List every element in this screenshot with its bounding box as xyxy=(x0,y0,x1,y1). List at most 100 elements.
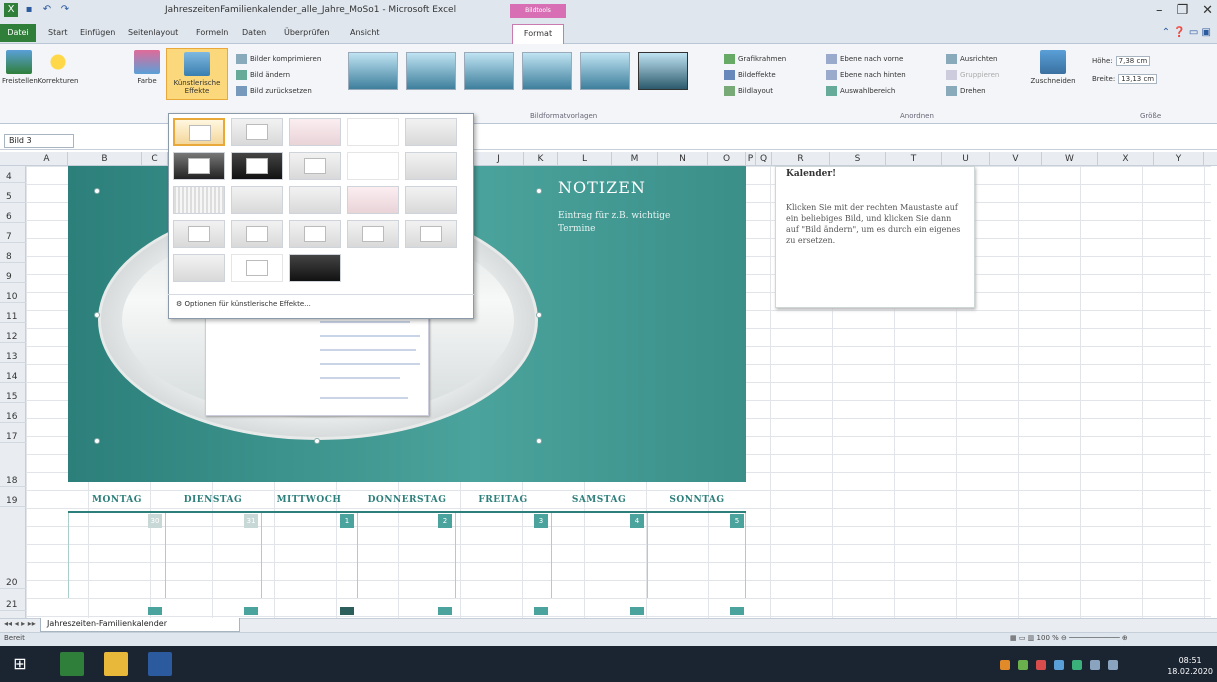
height-input[interactable]: 7,38 cm xyxy=(1115,56,1151,66)
change-picture-button[interactable]: Bild ändern xyxy=(236,70,290,80)
row-header[interactable]: 10 xyxy=(0,292,26,303)
effect-thumbnail[interactable] xyxy=(289,220,341,248)
send-backward-button[interactable]: Ebene nach hinten xyxy=(826,70,906,80)
excel-taskbar-icon[interactable] xyxy=(60,652,84,676)
effect-thumbnail[interactable] xyxy=(405,152,457,180)
network-icon[interactable] xyxy=(1090,660,1100,670)
effect-thumbnail[interactable] xyxy=(173,152,225,180)
row-header[interactable]: 17 xyxy=(0,432,26,443)
column-header[interactable]: Y xyxy=(1154,152,1204,166)
column-header[interactable]: Q xyxy=(756,152,772,166)
close-icon[interactable]: ✕ xyxy=(1202,3,1213,18)
row-header[interactable]: 16 xyxy=(0,412,26,423)
row-header[interactable]: 12 xyxy=(0,332,26,343)
effect-thumbnail[interactable] xyxy=(405,220,457,248)
column-header[interactable]: S xyxy=(830,152,886,166)
help-icon[interactable]: ⌃ ❓ ▭ ▣ xyxy=(1162,27,1211,38)
view-buttons[interactable]: ▦ ▭ ▥ xyxy=(1010,634,1037,642)
row-header[interactable]: 14 xyxy=(0,372,26,383)
row-header[interactable]: 4 xyxy=(0,172,26,183)
row-header[interactable]: 11 xyxy=(0,312,26,323)
file-explorer-icon[interactable] xyxy=(104,652,128,676)
effect-none[interactable] xyxy=(173,118,225,146)
tray-icon[interactable] xyxy=(1054,660,1064,670)
farbe-button[interactable]: Farbe xyxy=(132,50,162,85)
group-button[interactable]: Gruppieren xyxy=(946,70,999,80)
effect-thumbnail[interactable] xyxy=(347,186,399,214)
column-header[interactable]: O xyxy=(708,152,746,166)
resize-handle[interactable] xyxy=(94,438,100,444)
effect-thumbnail[interactable] xyxy=(405,118,457,146)
row-header[interactable]: 8 xyxy=(0,252,26,263)
picture-style-6[interactable] xyxy=(638,52,688,90)
column-header[interactable]: X xyxy=(1098,152,1154,166)
tray-icon[interactable] xyxy=(1000,660,1010,670)
effect-thumbnail[interactable] xyxy=(231,254,283,282)
picture-effects-button[interactable]: Bildeffekte xyxy=(724,70,776,80)
column-header[interactable]: N xyxy=(658,152,708,166)
picture-layout-button[interactable]: Bildlayout xyxy=(724,86,773,96)
reset-picture-button[interactable]: Bild zurücksetzen xyxy=(236,86,312,96)
row-header[interactable]: 18 xyxy=(0,476,26,487)
windows-start-icon[interactable]: ⊞ xyxy=(8,652,32,676)
row-header[interactable]: 15 xyxy=(0,392,26,403)
column-header[interactable]: P xyxy=(746,152,756,166)
zoom-level[interactable]: ▦ ▭ ▥ 100 % ⊖ ──────────── ⊕ xyxy=(1010,634,1128,642)
picture-style-4[interactable] xyxy=(522,52,572,90)
sheet-tab[interactable]: Jahreszeiten-Familienkalender xyxy=(40,618,240,632)
tab-seitenlayout[interactable]: Seitenlayout xyxy=(128,28,178,37)
resize-handle[interactable] xyxy=(536,312,542,318)
rotate-button[interactable]: Drehen xyxy=(946,86,986,96)
column-header[interactable]: M xyxy=(612,152,658,166)
row-header[interactable]: 5 xyxy=(0,192,26,203)
column-header[interactable]: U xyxy=(942,152,990,166)
bring-forward-button[interactable]: Ebene nach vorne xyxy=(826,54,903,64)
kuenstlerische-effekte-button[interactable]: Künstlerische Effekte xyxy=(166,48,228,100)
column-header[interactable]: C xyxy=(142,152,168,166)
freistellen-button[interactable]: Freistellen xyxy=(2,50,38,85)
tab-daten[interactable]: Daten xyxy=(242,28,266,37)
row-header[interactable]: 19 xyxy=(0,496,26,507)
column-header[interactable]: A xyxy=(26,152,68,166)
effect-thumbnail[interactable] xyxy=(173,186,225,214)
picture-style-5[interactable] xyxy=(580,52,630,90)
effect-thumbnail[interactable] xyxy=(289,118,341,146)
save-icon[interactable]: ▪ xyxy=(22,3,36,17)
resize-handle[interactable] xyxy=(94,188,100,194)
sheet-navigation-arrows[interactable]: ◂◂ ◂ ▸ ▸▸ xyxy=(4,619,36,628)
word-taskbar-icon[interactable] xyxy=(148,652,172,676)
effect-thumbnail[interactable] xyxy=(347,152,399,180)
tab-formeln[interactable]: Formeln xyxy=(196,28,228,37)
tab-ansicht[interactable]: Ansicht xyxy=(350,28,380,37)
picture-style-3[interactable] xyxy=(464,52,514,90)
tab-ueberpruefen[interactable]: Überprüfen xyxy=(284,28,329,37)
tray-icon[interactable] xyxy=(1036,660,1046,670)
tab-format[interactable]: Format xyxy=(512,24,564,44)
effect-thumbnail[interactable] xyxy=(347,220,399,248)
effect-thumbnail[interactable] xyxy=(231,118,283,146)
effect-thumbnail[interactable] xyxy=(289,186,341,214)
row-header[interactable]: 20 xyxy=(0,578,26,589)
excel-app-icon[interactable]: X xyxy=(4,3,18,17)
tab-einfuegen[interactable]: Einfügen xyxy=(80,28,115,37)
selection-pane-button[interactable]: Auswahlbereich xyxy=(826,86,895,96)
compress-pictures-button[interactable]: Bilder komprimieren xyxy=(236,54,321,64)
zoom-slider[interactable]: ⊖ ──────────── ⊕ xyxy=(1059,634,1128,642)
tray-icon[interactable] xyxy=(1018,660,1028,670)
resize-handle[interactable] xyxy=(94,312,100,318)
align-button[interactable]: Ausrichten xyxy=(946,54,997,64)
effect-thumbnail[interactable] xyxy=(289,254,341,282)
effect-thumbnail[interactable] xyxy=(347,118,399,146)
resize-handle[interactable] xyxy=(314,438,320,444)
column-header[interactable]: R xyxy=(772,152,830,166)
maximize-icon[interactable]: ❐ xyxy=(1176,3,1188,18)
tab-datei[interactable]: Datei xyxy=(0,24,36,42)
picture-style-1[interactable] xyxy=(348,52,398,90)
name-box[interactable]: Bild 3 xyxy=(4,134,74,148)
tray-icon[interactable] xyxy=(1072,660,1082,670)
effect-thumbnail[interactable] xyxy=(405,186,457,214)
row-header[interactable]: 6 xyxy=(0,212,26,223)
effect-thumbnail[interactable] xyxy=(231,220,283,248)
row-header[interactable]: 7 xyxy=(0,232,26,243)
system-clock[interactable]: 08:51 18.02.2020 xyxy=(1167,655,1213,677)
